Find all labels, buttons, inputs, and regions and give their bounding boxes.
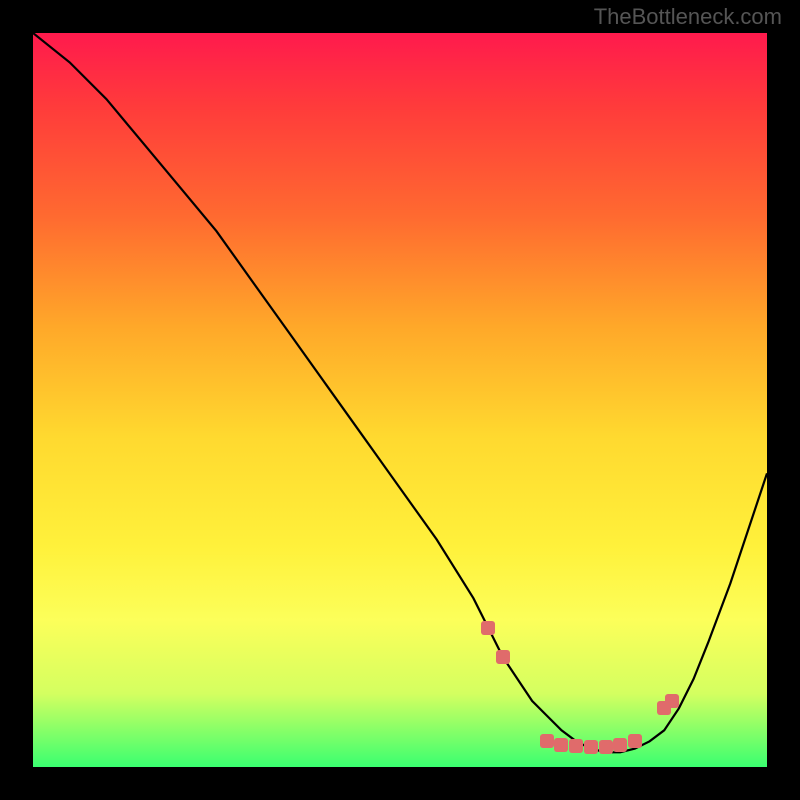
data-marker [665,694,679,708]
watermark-text: TheBottleneck.com [594,4,782,30]
data-marker [613,738,627,752]
data-marker [584,740,598,754]
data-marker [481,621,495,635]
data-marker [554,738,568,752]
data-marker [628,734,642,748]
data-marker [599,740,613,754]
chart-plot-area [33,33,767,767]
data-marker [540,734,554,748]
marker-layer [33,33,767,767]
data-marker [569,739,583,753]
data-marker [496,650,510,664]
